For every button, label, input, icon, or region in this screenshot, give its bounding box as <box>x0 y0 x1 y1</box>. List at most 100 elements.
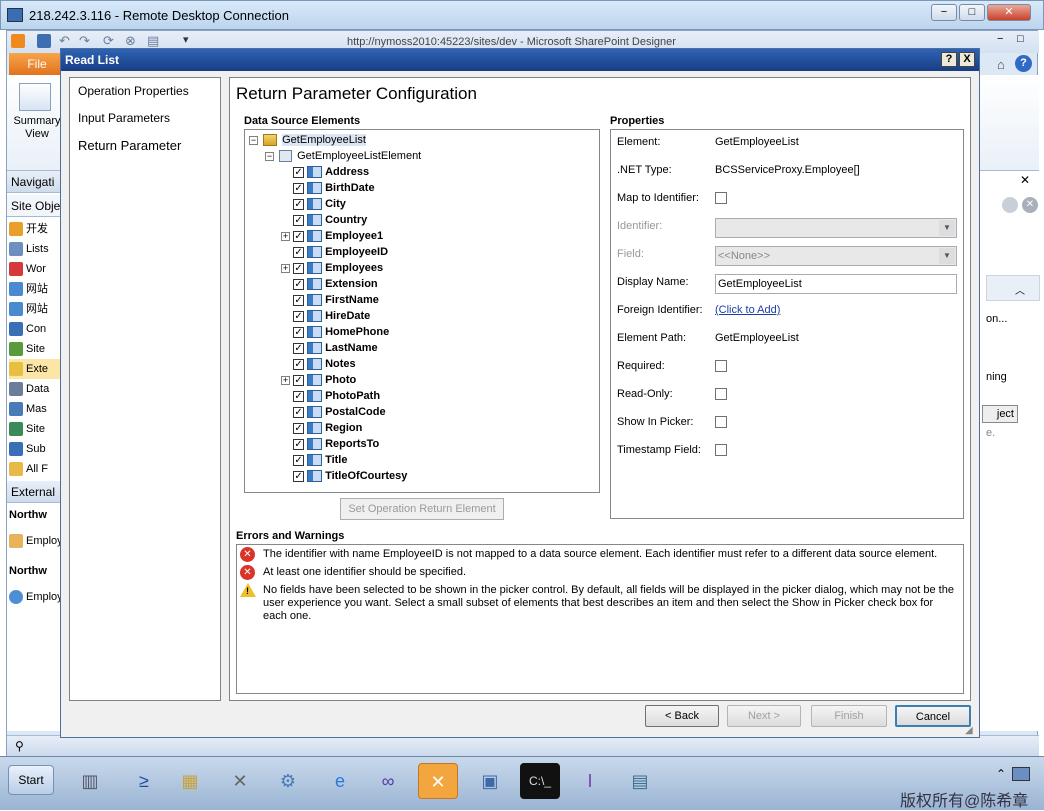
nav-item[interactable]: Exte <box>9 359 65 379</box>
field-checkbox[interactable]: ✓ <box>293 422 305 434</box>
collapse-icon[interactable]: − <box>249 135 258 145</box>
summary-view-button[interactable]: Summary View <box>13 115 61 141</box>
tree-field-row[interactable]: ✓ Region <box>281 420 362 436</box>
nav-item[interactable]: Sub <box>9 439 65 459</box>
data-source-tree[interactable]: − GetEmployeeList − GetEmployeeListEleme… <box>244 129 600 493</box>
tree-element[interactable]: − GetEmployeeListElement <box>265 148 421 164</box>
tools-icon[interactable]: ✕ <box>220 763 260 799</box>
employee-item-2[interactable]: Employ <box>9 587 65 607</box>
tree-field-row[interactable]: ✓ BirthDate <box>281 180 375 196</box>
tree-field-row[interactable]: ✓ LastName <box>281 340 378 356</box>
rdc-minimize-button[interactable]: − <box>931 4 957 21</box>
undo-icon[interactable]: ↶ <box>59 33 70 49</box>
tree-root[interactable]: − GetEmployeeList <box>249 132 366 148</box>
display-name-input[interactable]: GetEmployeeList <box>715 274 957 294</box>
tree-field-row[interactable]: ✓ Extension <box>281 276 378 292</box>
nav-item[interactable]: Data <box>9 379 65 399</box>
tree-field-row[interactable]: ✓ City <box>281 196 346 212</box>
nav-item[interactable]: All F <box>9 459 65 479</box>
expand-icon[interactable]: + <box>281 375 290 385</box>
nav-item[interactable]: 网站 <box>9 279 65 299</box>
spd-maximize-icon[interactable]: □ <box>1017 33 1024 45</box>
object-button[interactable]: ject <box>982 405 1018 423</box>
tree-field-row[interactable]: ✓ PostalCode <box>281 404 386 420</box>
expand-icon[interactable]: + <box>281 231 290 241</box>
field-checkbox[interactable]: ✓ <box>293 182 305 194</box>
field-checkbox[interactable]: ✓ <box>293 230 305 242</box>
required-checkbox[interactable] <box>715 360 727 372</box>
internet-explorer-icon[interactable]: e <box>320 763 360 799</box>
services-gear-icon[interactable]: ⚙ <box>268 763 308 799</box>
close-circle-icon[interactable]: ✕ <box>1022 197 1038 213</box>
map-identifier-checkbox[interactable] <box>715 192 727 204</box>
readonly-checkbox[interactable] <box>715 388 727 400</box>
nav-item[interactable]: Con <box>9 319 65 339</box>
tree-field-row[interactable]: ✓ Address <box>281 164 369 180</box>
field-checkbox[interactable]: ✓ <box>293 454 305 466</box>
save-icon[interactable] <box>37 34 51 48</box>
tray-expand-icon[interactable]: ⌃ <box>996 767 1006 781</box>
tree-field-row[interactable]: ✓ HireDate <box>281 308 370 324</box>
click-to-add-link[interactable]: (Click to Add) <box>715 304 780 316</box>
network-icon[interactable]: ▣ <box>470 763 510 799</box>
command-prompt-icon[interactable]: C:\_ <box>520 763 560 799</box>
rdc-close-button[interactable]: ✕ <box>987 4 1031 21</box>
powershell-icon[interactable]: ≥ <box>124 763 164 799</box>
redo-icon[interactable]: ↷ <box>79 33 90 49</box>
field-checkbox[interactable]: ✓ <box>293 438 305 450</box>
timestamp-checkbox[interactable] <box>715 444 727 456</box>
file-tab[interactable]: File <box>9 53 65 75</box>
nav-item[interactable]: Wor <box>9 259 65 279</box>
tree-field-row[interactable]: ✓ FirstName <box>281 292 379 308</box>
field-checkbox[interactable]: ✓ <box>293 246 305 258</box>
help-icon[interactable]: ? <box>1015 55 1032 72</box>
rdc-maximize-button[interactable]: □ <box>959 4 985 21</box>
nav-item[interactable]: 网站 <box>9 299 65 319</box>
sharepoint-designer-task-icon[interactable]: ✕ <box>418 763 458 799</box>
field-checkbox[interactable]: ✓ <box>293 310 305 322</box>
ribbon-collapse-icon[interactable]: ⌂ <box>997 57 1005 72</box>
field-checkbox[interactable]: ✓ <box>293 294 305 306</box>
back-button[interactable]: < Back <box>645 705 719 727</box>
identifier-dropdown[interactable]: ▼ <box>715 218 957 238</box>
tree-field-row[interactable]: ✓ PhotoPath <box>281 388 380 404</box>
nav-item[interactable]: Mas <box>9 399 65 419</box>
field-checkbox[interactable]: ✓ <box>293 198 305 210</box>
resize-grip-icon[interactable]: ◢ <box>965 725 973 736</box>
tree-field-row[interactable]: ✓ Notes <box>281 356 356 372</box>
chevron-up-icon[interactable]: ︿ <box>1015 282 1025 297</box>
finish-button[interactable]: Finish <box>811 705 887 727</box>
cancel-button[interactable]: Cancel <box>895 705 971 727</box>
tree-field-row[interactable]: + ✓ Employees <box>281 260 383 276</box>
visual-studio-icon[interactable]: ∞ <box>368 763 408 799</box>
field-checkbox[interactable]: ✓ <box>293 374 305 386</box>
tree-field-row[interactable]: ✓ Country <box>281 212 367 228</box>
field-checkbox[interactable]: ✓ <box>293 358 305 370</box>
explorer-folder-icon[interactable]: ▦ <box>170 763 210 799</box>
external-header[interactable]: External <box>7 481 65 503</box>
step-return-parameter[interactable]: Return Parameter <box>78 138 181 153</box>
nav-item[interactable]: Lists <box>9 239 65 259</box>
summary-view-icon[interactable] <box>19 83 51 111</box>
nav-item[interactable]: 开发 <box>9 219 65 239</box>
collapse-icon[interactable]: − <box>265 151 274 161</box>
refresh-circle-icon[interactable] <box>1002 197 1018 213</box>
dialog-close-button[interactable]: X <box>959 52 975 67</box>
spd-minimize-icon[interactable]: − <box>997 33 1003 45</box>
tree-field-row[interactable]: + ✓ Employee1 <box>281 228 383 244</box>
site-objects-header[interactable]: Site Obje <box>7 195 65 217</box>
field-checkbox[interactable]: ✓ <box>293 278 305 290</box>
nav-item[interactable]: Site <box>9 419 65 439</box>
start-button[interactable]: Start <box>8 765 54 795</box>
step-operation-properties[interactable]: Operation Properties <box>78 84 189 98</box>
nav-item[interactable]: Site <box>9 339 65 359</box>
tree-field-row[interactable]: ✓ EmployeeID <box>281 244 388 260</box>
expand-icon[interactable]: + <box>281 263 290 273</box>
tree-field-row[interactable]: ✓ Title <box>281 452 347 468</box>
tray-network-icon[interactable] <box>1012 767 1030 781</box>
field-checkbox[interactable]: ✓ <box>293 166 305 178</box>
field-checkbox[interactable]: ✓ <box>293 262 305 274</box>
right-pane-close-icon[interactable]: ✕ <box>1020 173 1030 187</box>
remote-desktop-icon[interactable]: ▤ <box>620 763 660 799</box>
preview-icon[interactable]: ▤ <box>147 33 159 49</box>
